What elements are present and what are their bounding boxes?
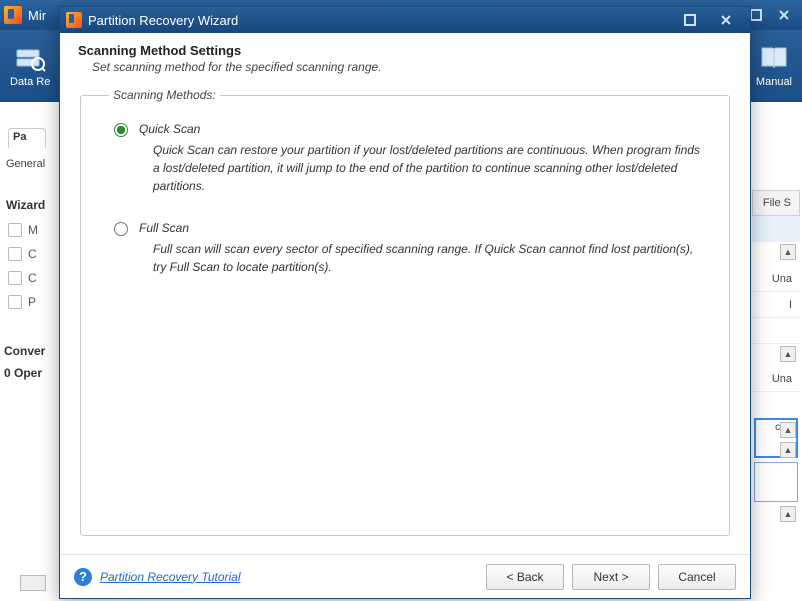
table-row[interactable] <box>752 216 800 242</box>
quick-scan-description: Quick Scan can restore your partition if… <box>153 141 701 195</box>
wizard-icon <box>8 247 22 261</box>
scanning-methods-legend: Scanning Methods: <box>109 88 220 102</box>
option-full-scan[interactable]: Full Scan <box>109 219 701 236</box>
back-button[interactable]: < Back <box>486 564 564 590</box>
sidebar-items: M C C P <box>2 218 52 314</box>
toolbar-item-data-recovery[interactable]: Data Re <box>10 44 50 88</box>
app-icon <box>4 6 22 24</box>
sidebar-item[interactable]: M <box>2 218 52 242</box>
help-icon: ? <box>74 568 92 586</box>
scroll-up-button[interactable]: ▲ <box>780 422 796 438</box>
outer-window-title: Mir <box>28 8 46 23</box>
app-icon <box>66 12 82 28</box>
sidebar-section-convert: Conver <box>0 344 45 358</box>
scroll-up-button[interactable]: ▲ <box>780 346 796 362</box>
table-row[interactable] <box>752 318 800 344</box>
full-scan-label[interactable]: Full Scan <box>139 221 189 235</box>
sidebar-section-general: General <box>6 158 45 170</box>
option-quick-scan[interactable]: Quick Scan <box>109 120 701 137</box>
column-header-filesystem[interactable]: File S <box>752 190 800 216</box>
disk-table-fragment: File S ▲ Una I ▲ Una ▲ ▲ cate ▲ <box>752 190 800 506</box>
sidebar-section-wizards: Wizard <box>6 198 45 212</box>
operations-pending-label: 0 Oper <box>4 366 42 380</box>
table-row[interactable]: I <box>752 292 800 318</box>
sidebar-item[interactable]: C <box>2 242 52 266</box>
wizard-icon <box>8 295 22 309</box>
sidebar-tab-partition[interactable]: Pa <box>8 128 46 148</box>
toolbar-item-label: Manual <box>756 76 792 88</box>
next-button[interactable]: Next > <box>572 564 650 590</box>
dialog-subheading: Set scanning method for the specified sc… <box>92 60 732 74</box>
scroll-up-button[interactable]: ▲ <box>780 244 796 260</box>
disk-strip[interactable] <box>754 462 798 502</box>
wizard-icon <box>8 271 22 285</box>
dialog-footer: ? Partition Recovery Tutorial < Back Nex… <box>60 554 750 598</box>
outer-close-button[interactable] <box>770 3 798 27</box>
full-scan-description: Full scan will scan every sector of spec… <box>153 240 701 276</box>
table-row[interactable]: Una <box>752 266 800 292</box>
dialog-maximize-button[interactable] <box>672 9 708 31</box>
partition-recovery-wizard-dialog: Partition Recovery Wizard Scanning Metho… <box>59 6 751 599</box>
dialog-close-button[interactable] <box>708 9 744 31</box>
cancel-button[interactable]: Cancel <box>658 564 736 590</box>
quick-scan-radio[interactable] <box>114 123 128 137</box>
sidebar-item[interactable]: P <box>2 290 52 314</box>
full-scan-radio[interactable] <box>114 222 128 236</box>
table-row[interactable]: Una <box>752 366 800 392</box>
toolbar-item-manual[interactable]: Manual <box>756 44 792 88</box>
dialog-titlebar: Partition Recovery Wizard <box>60 7 750 33</box>
sidebar-item[interactable]: C <box>2 266 52 290</box>
drive-search-icon <box>14 44 46 72</box>
dialog-body: Scanning Methods: Quick Scan Quick Scan … <box>60 82 750 554</box>
dialog-header: Scanning Method Settings Set scanning me… <box>60 33 750 82</box>
scroll-up-button[interactable]: ▲ <box>780 442 796 458</box>
help-tutorial-link[interactable]: Partition Recovery Tutorial <box>100 570 241 584</box>
scrollbar-stub[interactable] <box>20 575 46 591</box>
wizard-icon <box>8 223 22 237</box>
dialog-title: Partition Recovery Wizard <box>88 13 238 28</box>
scanning-methods-group: Scanning Methods: Quick Scan Quick Scan … <box>80 88 730 536</box>
help-area: ? Partition Recovery Tutorial <box>74 568 241 586</box>
book-icon <box>758 44 790 72</box>
quick-scan-label[interactable]: Quick Scan <box>139 122 200 136</box>
scroll-up-button[interactable]: ▲ <box>780 506 796 522</box>
dialog-heading: Scanning Method Settings <box>78 43 732 58</box>
toolbar-item-label: Data Re <box>10 76 50 88</box>
